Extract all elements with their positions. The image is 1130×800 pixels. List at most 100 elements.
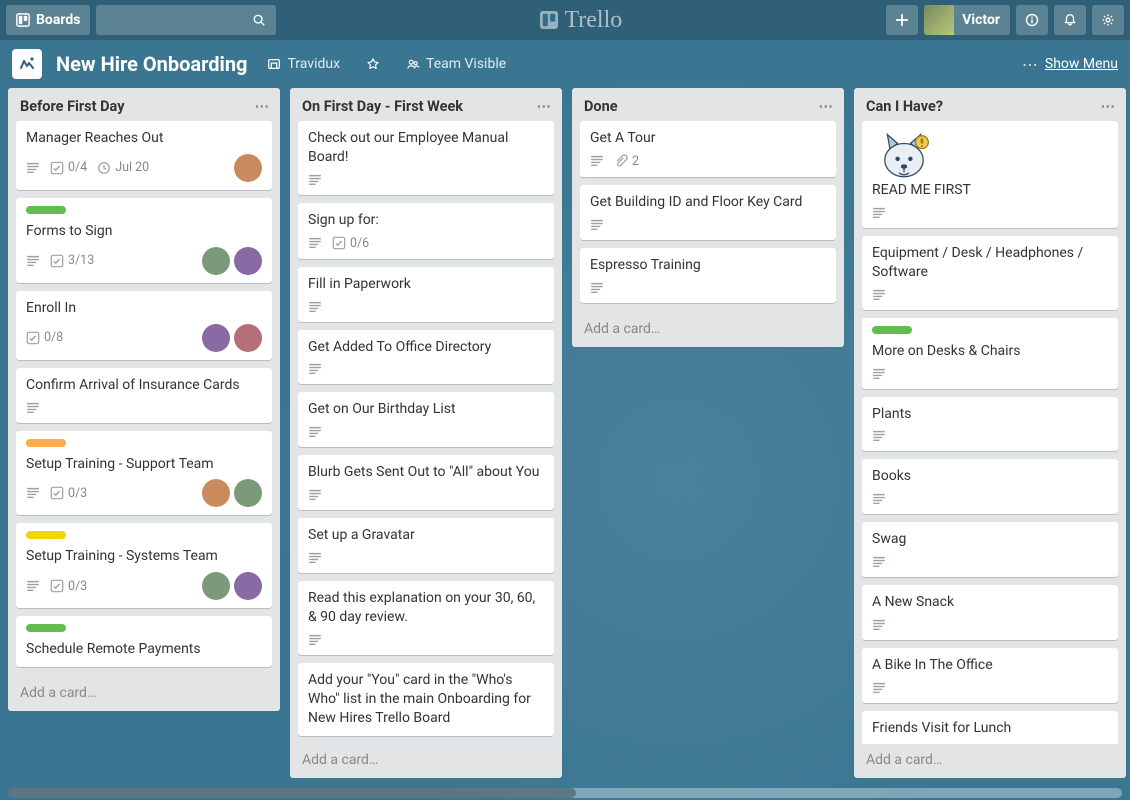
checklist-badge: 0/6: [332, 236, 369, 251]
card[interactable]: Sign up for:0/6: [298, 203, 554, 259]
card[interactable]: Forms to Sign3/13: [16, 198, 272, 283]
label-green: [872, 326, 912, 334]
card[interactable]: A Bike In The Office: [862, 648, 1118, 703]
card[interactable]: Confirm Arrival of Insurance Cards: [16, 368, 272, 423]
card-title: Espresso Training: [590, 256, 826, 275]
card[interactable]: Get Added To Office Directory: [298, 330, 554, 385]
search-input[interactable]: [96, 5, 276, 35]
info-button[interactable]: [1016, 5, 1048, 35]
checklist-badge: 0/4: [50, 160, 87, 175]
card-badges: 0/3: [26, 572, 262, 600]
info-icon: [1025, 13, 1039, 27]
card[interactable]: READ ME FIRST: [862, 121, 1118, 228]
member-avatar[interactable]: [234, 247, 262, 275]
list-menu-button[interactable]: ⋯: [255, 98, 271, 115]
description-icon: [872, 206, 886, 220]
member-avatar[interactable]: [202, 572, 230, 600]
card[interactable]: Espresso Training: [580, 248, 836, 303]
list-header[interactable]: On First Day - First Week⋯: [290, 88, 562, 121]
card[interactable]: Setup Training - Systems Team0/3: [16, 523, 272, 608]
org-button[interactable]: Travidux: [261, 52, 346, 76]
card[interactable]: Schedule Remote Payments: [16, 616, 272, 667]
card[interactable]: Add your "You" card in the "Who's Who" l…: [298, 663, 554, 736]
description-icon: [590, 281, 604, 295]
card-title: More on Desks & Chairs: [872, 342, 1108, 361]
card[interactable]: Check out our Employee Manual Board!: [298, 121, 554, 195]
card-title: Set up a Gravatar: [308, 526, 544, 545]
card-badges: [26, 401, 262, 415]
list-header[interactable]: Done⋯: [572, 88, 844, 121]
list-title: Before First Day: [20, 98, 125, 115]
star-button[interactable]: [360, 53, 386, 75]
card[interactable]: Fill in Paperwork: [298, 267, 554, 322]
trello-logo-text: Trello: [564, 7, 622, 34]
card-badges: [308, 488, 544, 502]
visibility-button[interactable]: Team Visible: [400, 52, 512, 76]
card[interactable]: Enroll In0/8: [16, 291, 272, 360]
list-menu-button[interactable]: ⋯: [1101, 98, 1117, 115]
card[interactable]: Get on Our Birthday List: [298, 392, 554, 447]
list-menu-button[interactable]: ⋯: [819, 98, 835, 115]
list-menu-button[interactable]: ⋯: [537, 98, 553, 115]
boards-button[interactable]: Boards: [6, 5, 90, 35]
description-icon: [872, 618, 886, 632]
member-avatar[interactable]: [202, 479, 230, 507]
member-avatar[interactable]: [234, 572, 262, 600]
card-badges: [590, 281, 826, 295]
add-card-button[interactable]: Add a card…: [8, 677, 280, 711]
description-icon: [26, 161, 40, 175]
card[interactable]: Get Building ID and Floor Key Card: [580, 185, 836, 240]
checklist-badge: 3/13: [50, 253, 94, 268]
member-avatar[interactable]: [202, 247, 230, 275]
card[interactable]: A New Snack: [862, 585, 1118, 640]
card-title: Get Building ID and Floor Key Card: [590, 193, 826, 212]
create-button[interactable]: [886, 5, 918, 35]
card[interactable]: Manager Reaches Out0/4Jul 20: [16, 121, 272, 190]
card[interactable]: Friends Visit for Lunch: [862, 711, 1118, 744]
add-card-button[interactable]: Add a card…: [854, 744, 1126, 778]
card[interactable]: Read this explanation on your 30, 60, & …: [298, 581, 554, 655]
card-badges: 3/13: [26, 247, 262, 275]
card[interactable]: More on Desks & Chairs: [862, 318, 1118, 389]
avatar: [924, 5, 954, 35]
horizontal-scrollbar[interactable]: [8, 788, 1122, 798]
member-avatar[interactable]: [234, 324, 262, 352]
card[interactable]: Books: [862, 459, 1118, 514]
card[interactable]: Setup Training - Support Team0/3: [16, 431, 272, 516]
list-header[interactable]: Before First Day ⋯: [8, 88, 280, 121]
notifications-button[interactable]: [1054, 5, 1086, 35]
card[interactable]: Equipment / Desk / Headphones / Software: [862, 236, 1118, 310]
description-icon: [872, 288, 886, 302]
member-avatar[interactable]: [234, 479, 262, 507]
trello-logo[interactable]: Trello: [540, 7, 622, 34]
description-icon: [872, 429, 886, 443]
member-avatar[interactable]: [234, 154, 262, 182]
card-title: Blurb Gets Sent Out to "All" about You: [308, 463, 544, 482]
list-title: Can I Have?: [866, 98, 943, 115]
card[interactable]: Set up a Gravatar: [298, 518, 554, 573]
card[interactable]: Swag: [862, 522, 1118, 577]
user-menu[interactable]: Victor: [924, 5, 1010, 35]
card[interactable]: Blurb Gets Sent Out to "All" about You: [298, 455, 554, 510]
member-avatar[interactable]: [202, 324, 230, 352]
card-title: Swag: [872, 530, 1108, 549]
list-header[interactable]: Can I Have? ⋯: [854, 88, 1126, 121]
show-menu-button[interactable]: Show Menu: [1045, 56, 1118, 72]
description-icon: [26, 254, 40, 268]
card-badges: 0/8: [26, 324, 262, 352]
add-card-button[interactable]: Add a card…: [290, 744, 562, 778]
visibility-label: Team Visible: [426, 56, 506, 72]
boards-icon: [16, 13, 30, 27]
settings-button[interactable]: [1092, 5, 1124, 35]
description-icon: [872, 681, 886, 695]
add-card-button[interactable]: Add a card…: [572, 313, 844, 347]
list: Before First Day⋯Manager Reaches Out0/4J…: [8, 88, 280, 711]
board-title[interactable]: New Hire Onboarding: [56, 52, 247, 76]
due-badge: Jul 20: [97, 160, 149, 175]
card[interactable]: Get A Tour2: [580, 121, 836, 177]
list: Can I Have? ⋯ READ ME FIRST Equipment / Des…: [854, 88, 1126, 778]
card[interactable]: Plants: [862, 397, 1118, 452]
card-badges: [308, 633, 544, 647]
card-title: Get on Our Birthday List: [308, 400, 544, 419]
board-canvas[interactable]: Before First Day⋯Manager Reaches Out0/4J…: [0, 88, 1130, 786]
